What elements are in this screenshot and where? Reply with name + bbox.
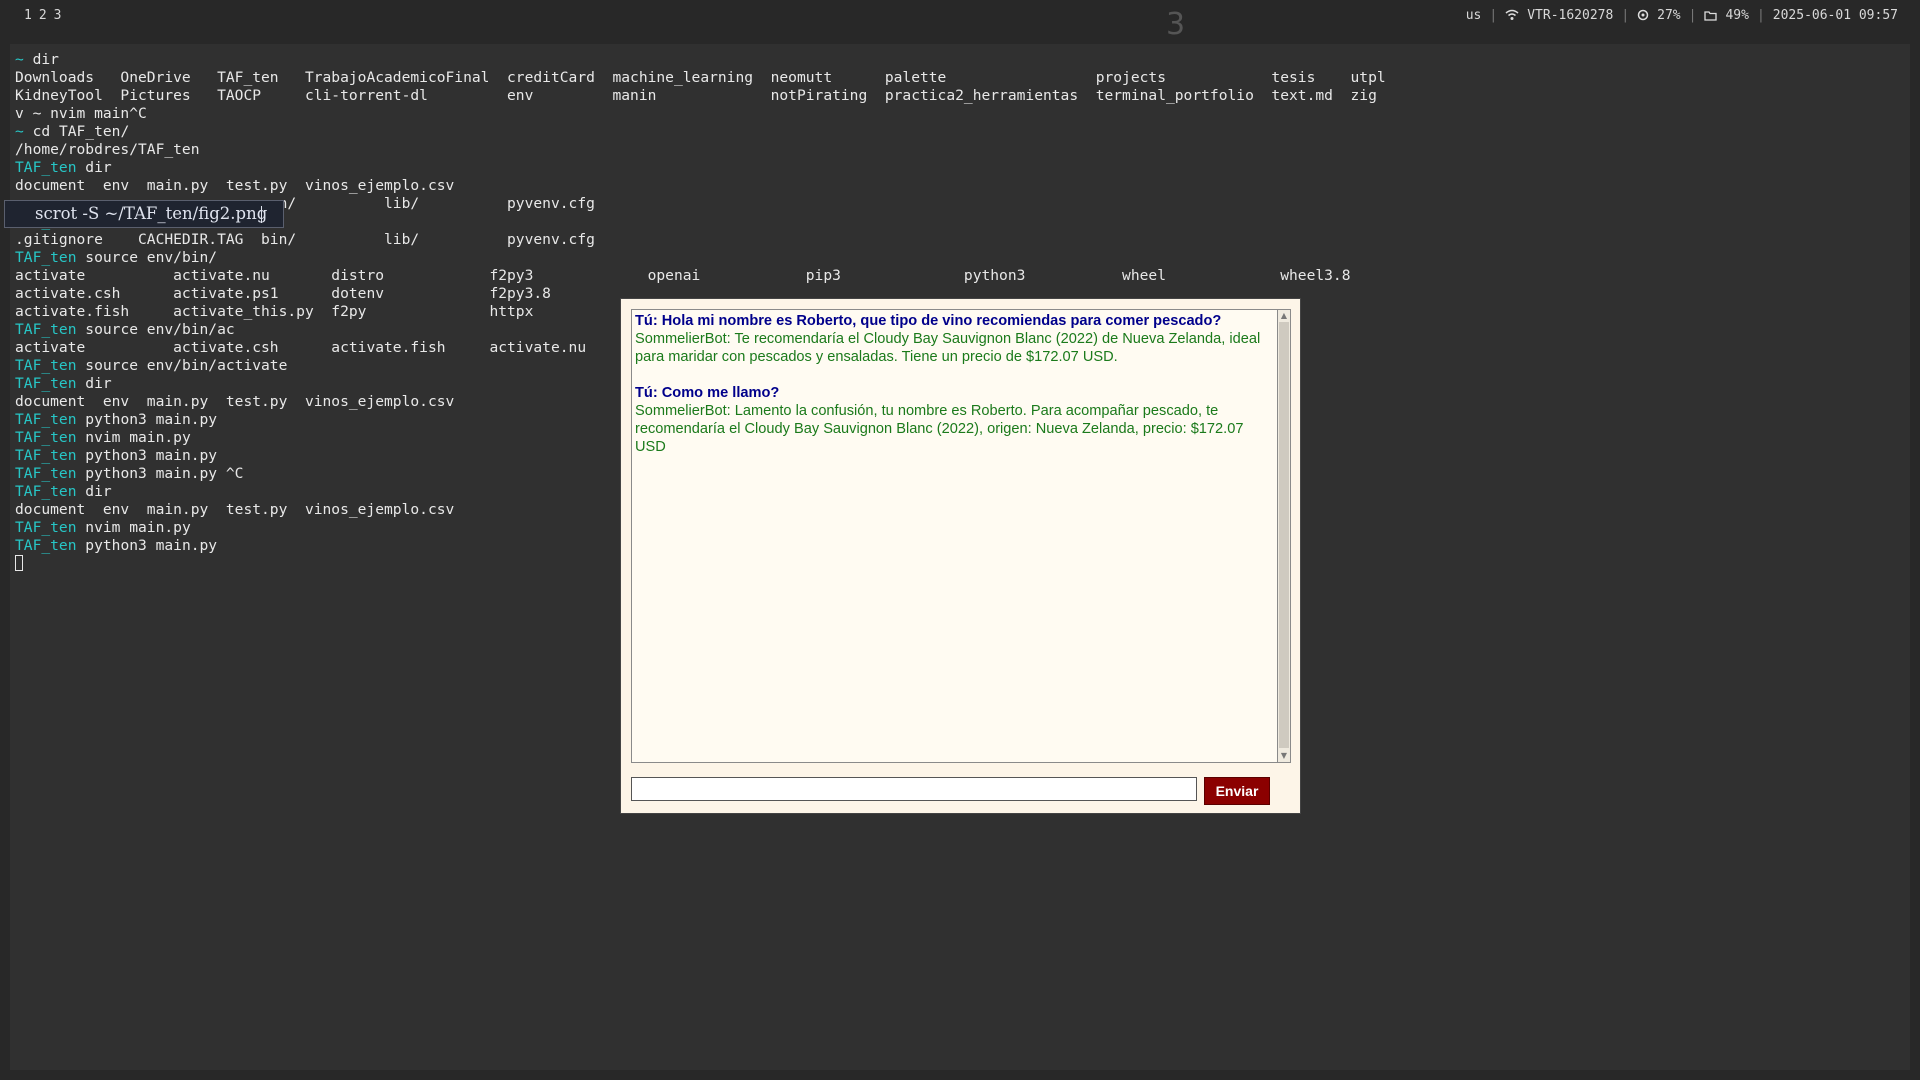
line-text: python3 main.py — [76, 447, 218, 464]
prompt-dir: TAF_ten — [15, 483, 77, 500]
prompt-dir: TAF_ten — [15, 357, 77, 374]
line-text: v ~ nvim main^C — [15, 105, 147, 122]
separator: | — [1621, 8, 1630, 23]
terminal-line: v ~ nvim main^C — [15, 105, 1386, 123]
scroll-up-icon[interactable]: ▲ — [1279, 311, 1289, 321]
line-text: python3 main.py ^C — [76, 465, 244, 482]
terminal-line: KidneyTool Pictures TAOCP cli-torrent-dl… — [15, 87, 1386, 105]
line-text: nvim main.py — [76, 429, 191, 446]
line-text: python3 main.py — [76, 411, 218, 428]
user-message: Tú: Como me llamo? — [635, 385, 780, 401]
line-text: document env main.py test.py vinos_ejemp… — [15, 393, 455, 410]
line-text: KidneyTool Pictures TAOCP cli-torrent-dl… — [15, 87, 1377, 104]
prompt-dir: TAF_ten — [15, 249, 77, 266]
clock: 2025-06-01 09:57 — [1772, 8, 1898, 23]
line-text: document env main.py test.py vinos_ejemp… — [15, 501, 455, 518]
line-text: activate.csh activate.ps1 dotenv f2py3.8 — [15, 285, 551, 302]
prompt-dir: TAF_ten — [15, 537, 77, 554]
prompt-dir: TAF_ten — [15, 447, 77, 464]
prompt-dir: TAF_ten — [15, 321, 77, 338]
prompt-dir: TAF_ten — [15, 429, 77, 446]
separator: | — [1489, 8, 1498, 23]
status-area: us | VTR-1620278 | 27% | 49% | 2025-06-0… — [1466, 8, 1898, 23]
chat-window: Tú: Hola mi nombre es Roberto, que tipo … — [620, 298, 1301, 814]
prompt-dir: TAF_ten — [15, 519, 77, 536]
bot-message: SommelierBot: Te recomendaría el Cloudy … — [635, 331, 1261, 365]
terminal-line: ~ dir — [15, 51, 1386, 69]
workspace-1[interactable]: 1 — [24, 8, 33, 23]
prompt-dir: ~ — [15, 51, 24, 68]
disk-usage: 49% — [1725, 8, 1749, 23]
wifi-icon — [1505, 8, 1519, 23]
cpu-icon — [1637, 8, 1649, 23]
line-text: dir — [76, 159, 112, 176]
send-button[interactable]: Enviar — [1204, 777, 1270, 805]
line-text: Downloads OneDrive TAF_ten TrabajoAcadem… — [15, 69, 1386, 86]
line-text: activate.fish activate_this.py f2py http… — [15, 303, 534, 320]
workspace-2[interactable]: 2 — [39, 8, 48, 23]
terminal-cursor — [15, 555, 23, 571]
scroll-thumb[interactable] — [1279, 322, 1289, 748]
message-input[interactable] — [631, 777, 1197, 801]
separator: | — [1688, 8, 1697, 23]
line-text: python3 main.py — [76, 537, 218, 554]
line-text: dir — [76, 375, 112, 392]
terminal-line: TAF_ten dir — [15, 159, 1386, 177]
top-status-bar: 123 3 us | VTR-1620278 | 27% | 49% | 202… — [0, 0, 1920, 40]
user-message: Tú: Hola mi nombre es Roberto, que tipo … — [635, 313, 1222, 329]
prompt-dir: TAF_ten — [15, 411, 77, 428]
prompt-dir: TAF_ten — [15, 375, 77, 392]
terminal-line: ~ cd TAF_ten/ — [15, 123, 1386, 141]
terminal-line: activate activate.nu distro f2py3 openai… — [15, 267, 1386, 285]
prompt-dir: TAF_ten — [15, 159, 77, 176]
keyboard-layout: us — [1465, 8, 1482, 23]
line-text: /home/robdres/TAF_ten — [15, 141, 200, 158]
chat-scrollbar[interactable]: ▲ ▼ — [1277, 309, 1291, 763]
line-text: dir — [76, 483, 112, 500]
scroll-down-icon[interactable]: ▼ — [1279, 751, 1289, 761]
prompt-dir: ~ — [15, 123, 24, 140]
chat-log[interactable]: Tú: Hola mi nombre es Roberto, que tipo … — [631, 309, 1279, 763]
text-caret — [261, 206, 262, 223]
line-text: nvim main.py — [76, 519, 191, 536]
scrot-prompt[interactable]: scrot -S ~/TAF_ten/fig2.png — [4, 200, 284, 228]
cpu-usage: 27% — [1657, 8, 1681, 23]
line-text: .gitignore CACHEDIR.TAG bin/ lib/ pyvenv… — [15, 231, 595, 248]
line-text: cd TAF_ten/ — [23, 123, 130, 140]
active-workspace-indicator: 3 — [1166, 7, 1186, 42]
terminal-line: /home/robdres/TAF_ten — [15, 141, 1386, 159]
wifi-ssid: VTR-1620278 — [1527, 8, 1614, 23]
line-text: document env main.py test.py vinos_ejemp… — [15, 177, 455, 194]
line-text: dir — [23, 51, 59, 68]
terminal-line: .gitignore CACHEDIR.TAG bin/ lib/ pyvenv… — [15, 231, 1386, 249]
workspace-3[interactable]: 3 — [54, 8, 63, 23]
bot-message: SommelierBot: Lamento la confusión, tu n… — [635, 403, 1244, 455]
line-text: activate activate.nu distro f2py3 openai… — [15, 267, 1351, 284]
folder-icon — [1704, 8, 1718, 23]
line-text: source env/bin/ac — [76, 321, 235, 338]
terminal-line: TAF_ten source env/bin/ — [15, 249, 1386, 267]
prompt-dir: TAF_ten — [15, 465, 77, 482]
scrot-command: scrot -S ~/TAF_ten/fig2.png — [35, 204, 268, 223]
line-text: source env/bin/activate — [76, 357, 288, 374]
workspace-list: 123 — [24, 8, 68, 23]
terminal-line: Downloads OneDrive TAF_ten TrabajoAcadem… — [15, 69, 1386, 87]
line-text: activate activate.csh activate.fish acti… — [15, 339, 587, 356]
terminal-line: document env main.py test.py vinos_ejemp… — [15, 177, 1386, 195]
separator: | — [1756, 8, 1765, 23]
line-text: source env/bin/ — [76, 249, 218, 266]
